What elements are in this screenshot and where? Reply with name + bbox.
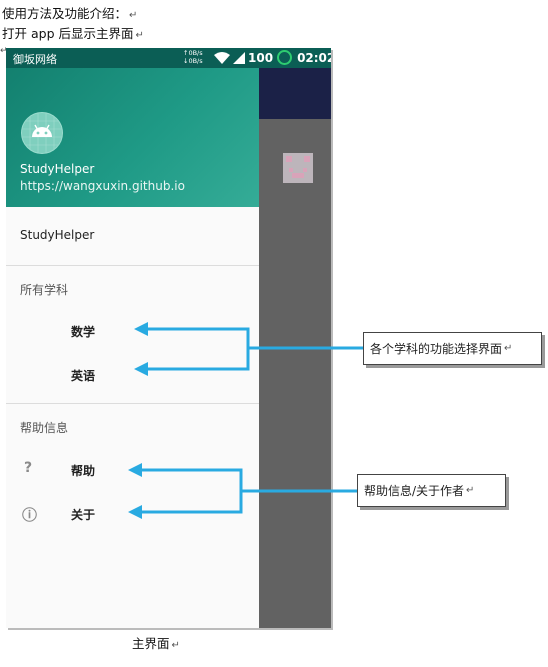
figure-caption: 主界面 ↵ [132, 636, 180, 651]
math-arrowhead [134, 322, 148, 336]
help-arrowhead [128, 463, 142, 477]
about-arrow-line [140, 491, 243, 514]
help-arrow-line [140, 468, 357, 493]
math-arrow-line [146, 327, 363, 350]
callout-help: 帮助信息/关于作者 ↵ [357, 474, 506, 507]
callout-subjects: 各个学科的功能选择界面 ↵ [363, 332, 542, 365]
english-arrow-line [146, 348, 250, 371]
english-arrowhead [134, 362, 148, 376]
about-arrowhead [128, 505, 142, 519]
